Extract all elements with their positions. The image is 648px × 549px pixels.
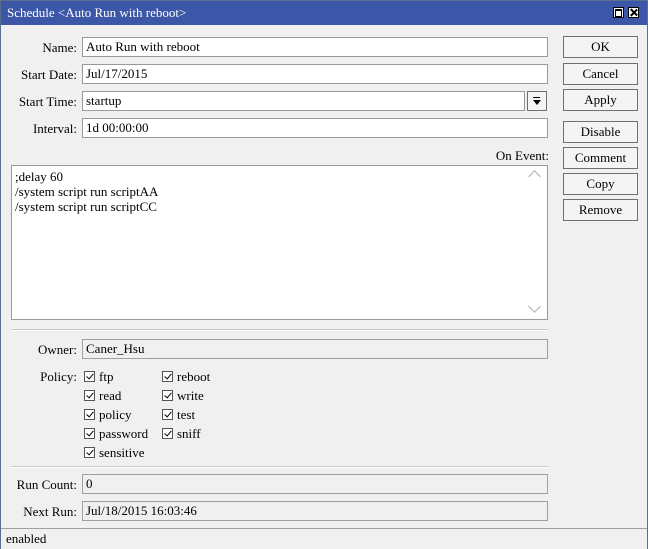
checkbox-icon [162, 409, 173, 420]
start-time-input[interactable]: startup [82, 91, 525, 111]
checkbox-icon [162, 428, 173, 439]
status-bar: enabled [1, 528, 647, 549]
checkbox-icon [84, 371, 95, 382]
checkbox-icon [84, 409, 95, 420]
on-event-textarea[interactable]: ;delay 60 /system script run scriptAA /s… [11, 165, 548, 320]
checkbox-icon [162, 371, 173, 382]
start-date-input[interactable]: Jul/17/2015 [82, 64, 548, 84]
next-run-field: Jul/18/2015 16:03:46 [82, 501, 548, 521]
run-count-field: 0 [82, 474, 548, 494]
scroll-up-icon[interactable] [528, 170, 541, 183]
checkbox-icon [162, 390, 173, 401]
on-event-label: On Event: [495, 148, 549, 163]
next-run-label: Next Run: [23, 504, 77, 519]
title-bar[interactable]: Schedule <Auto Run with reboot> [1, 1, 647, 25]
script-line: ;delay 60 [15, 169, 64, 184]
checkbox-icon [84, 447, 95, 458]
interval-label: Interval: [32, 121, 77, 136]
status-text: enabled [6, 531, 47, 546]
comment-button[interactable]: Comment [563, 147, 638, 169]
apply-button[interactable]: Apply [563, 89, 638, 111]
owner-field: Caner_Hsu [82, 339, 548, 359]
ok-button[interactable]: OK [563, 36, 638, 58]
dropdown-arrow-icon[interactable] [527, 91, 547, 111]
script-line: /system script run scriptCC [15, 199, 157, 214]
checkbox-icon [84, 428, 95, 439]
start-time-label: Start Time: [18, 94, 77, 109]
remove-button[interactable]: Remove [563, 199, 638, 221]
owner-label: Owner: [38, 342, 77, 357]
divider [11, 329, 548, 331]
cancel-button[interactable]: Cancel [563, 63, 638, 85]
copy-button[interactable]: Copy [563, 173, 638, 195]
divider [11, 466, 548, 468]
window-title: Schedule <Auto Run with reboot> [7, 5, 187, 20]
schedule-window: Schedule <Auto Run with reboot> Name: Au… [0, 0, 648, 549]
policy-label: Policy: [40, 369, 77, 384]
maximize-icon[interactable] [613, 7, 624, 18]
scroll-down-icon[interactable] [528, 300, 541, 313]
close-icon[interactable] [628, 7, 639, 18]
name-input[interactable]: Auto Run with reboot [82, 37, 548, 57]
run-count-label: Run Count: [16, 477, 77, 492]
interval-input[interactable]: 1d 00:00:00 [82, 118, 548, 138]
start-date-label: Start Date: [21, 67, 77, 82]
disable-button[interactable]: Disable [563, 121, 638, 143]
script-line: /system script run scriptAA [15, 184, 159, 199]
name-label: Name: [42, 40, 77, 55]
checkbox-icon [84, 390, 95, 401]
